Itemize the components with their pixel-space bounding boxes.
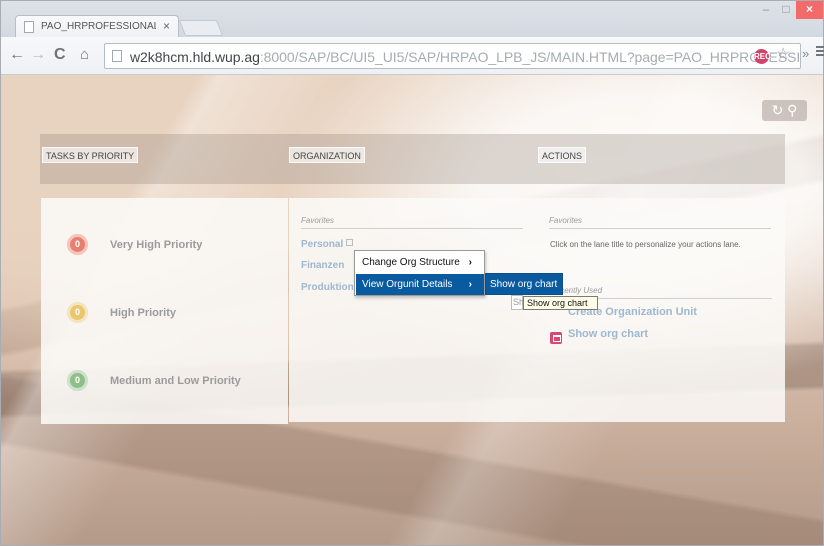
priority-high[interactable]: 0 High Priority: [67, 302, 277, 324]
url-text: w2k8hcm.hld.wup.ag:8000/SAP/BC/UI5_UI5/S…: [130, 49, 801, 65]
extension-icon[interactable]: »: [802, 47, 809, 60]
organization-lane: Favorites Personal Finanzen Produktion: [289, 198, 537, 422]
hidden-stub-text: Sh: [511, 295, 524, 310]
medium-low-priority-badge: 0: [67, 370, 88, 391]
submenu-arrow-icon: ›: [468, 257, 472, 268]
sync-user-icon[interactable]: ↻ ⚲: [762, 100, 807, 121]
document-icon: [24, 21, 34, 33]
browser-window: PAO_HRPROFESSIONAL × – □ × ← → C ⌂ w2k8h…: [0, 0, 824, 546]
title-bar: PAO_HRPROFESSIONAL × – □ ×: [1, 1, 823, 39]
priority-medium-low[interactable]: 0 Medium and Low Priority: [67, 370, 277, 392]
medium-low-priority-label: Medium and Low Priority: [110, 375, 241, 387]
tab-title: PAO_HRPROFESSIONAL: [41, 21, 156, 32]
actions-favorites-label: Favorites: [549, 216, 771, 229]
priority-very-high[interactable]: 0 Very High Priority: [67, 234, 277, 256]
lane-title-tasks[interactable]: TASKS BY PRIORITY: [42, 147, 139, 163]
organization-favorites-label: Favorites: [301, 216, 523, 229]
lane-title-actions[interactable]: ACTIONS: [538, 147, 587, 163]
url-path: :8000/SAP/BC/UI5_UI5/SAP/HRPAO_LPB_JS/MA…: [259, 49, 801, 65]
close-window-icon[interactable]: ×: [796, 1, 823, 19]
home-icon[interactable]: ⌂: [80, 47, 89, 63]
tasks-lane: 0 Very High Priority 0 High Priority 0 M…: [41, 198, 288, 424]
url-host: w2k8hcm.hld.wup.ag: [130, 49, 260, 65]
lane-title-organization[interactable]: ORGANIZATION: [289, 147, 365, 163]
back-icon[interactable]: ←: [9, 47, 25, 63]
page-icon: [112, 50, 122, 62]
window-controls: – □ ×: [756, 1, 823, 19]
minimize-icon[interactable]: –: [756, 1, 776, 19]
maximize-icon[interactable]: □: [776, 1, 796, 19]
favorite-personal-label: Personal: [301, 239, 344, 250]
sap-page: ↻ ⚲ TASKS BY PRIORITY ORGANIZATION ACTIO…: [1, 75, 823, 545]
bookmark-star-icon[interactable]: ☆: [776, 47, 790, 63]
reload-icon[interactable]: C: [54, 47, 66, 63]
favorite-personal[interactable]: Personal: [301, 239, 354, 250]
high-priority-label: High Priority: [110, 307, 177, 319]
expand-icon[interactable]: [346, 239, 354, 246]
view-orgunit-details-label: View Orgunit Details: [362, 279, 453, 290]
org-chart-icon: [550, 332, 562, 344]
submenu-arrow-icon: ›: [468, 279, 472, 290]
personalize-actions-text: Click on the lane title to personalize y…: [550, 240, 741, 249]
actions-lane: Favorites Click on the lane title to per…: [537, 198, 785, 422]
change-org-structure-menu-item[interactable]: Change Org Structure ›: [356, 252, 484, 273]
browser-toolbar: ← → C ⌂ w2k8hcm.hld.wup.ag:8000/SAP/BC/U…: [1, 37, 824, 75]
high-priority-badge: 0: [67, 302, 88, 323]
close-tab-icon[interactable]: ×: [163, 20, 170, 32]
forward-icon[interactable]: →: [30, 47, 46, 63]
view-orgunit-details-menu-item[interactable]: View Orgunit Details ›: [356, 274, 484, 295]
show-org-chart-submenu-item[interactable]: Show org chart: [485, 273, 563, 295]
favorite-produktion[interactable]: Produktion: [301, 282, 354, 293]
change-org-structure-label: Change Org Structure: [362, 257, 460, 268]
record-icon[interactable]: REC: [754, 49, 771, 64]
favorite-finanzen[interactable]: Finanzen: [301, 260, 344, 271]
show-org-chart-link[interactable]: Show org chart: [568, 328, 648, 340]
new-tab-button[interactable]: [178, 20, 224, 36]
address-bar[interactable]: w2k8hcm.hld.wup.ag:8000/SAP/BC/UI5_UI5/S…: [104, 43, 801, 69]
show-org-chart-tooltip: Show org chart: [523, 296, 598, 310]
very-high-priority-label: Very High Priority: [110, 239, 203, 251]
lane-header-band: [40, 134, 785, 184]
browser-tab[interactable]: PAO_HRPROFESSIONAL ×: [15, 15, 179, 39]
very-high-priority-badge: 0: [67, 234, 88, 255]
context-menu: Change Org Structure › View Orgunit Detai…: [354, 250, 485, 296]
browser-menu-icon[interactable]: [816, 46, 824, 56]
